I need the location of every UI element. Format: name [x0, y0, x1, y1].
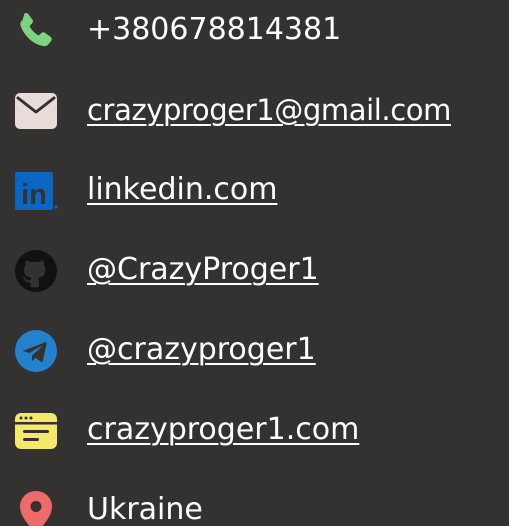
- linkedin-logo-text: in: [21, 179, 47, 211]
- browser-window-icon: [14, 409, 58, 453]
- contact-list: +380678814381 crazyproger1@gmail.com in …: [0, 0, 509, 526]
- map-pin-icon: [14, 489, 58, 526]
- telegram-icon: [14, 329, 58, 373]
- contact-row-email: crazyproger1@gmail.com: [0, 80, 509, 140]
- github-icon: [14, 249, 58, 293]
- envelope-icon: [14, 89, 58, 133]
- email-link[interactable]: crazyproger1@gmail.com: [87, 89, 451, 131]
- contact-row-phone: +380678814381: [0, 0, 509, 60]
- contact-row-github: @CrazyProger1: [0, 240, 509, 300]
- linkedin-link[interactable]: linkedin.com: [87, 169, 277, 211]
- phone-number[interactable]: +380678814381: [87, 9, 341, 51]
- github-link[interactable]: @CrazyProger1: [87, 249, 319, 291]
- contact-row-linkedin: in linkedin.com: [0, 160, 509, 220]
- telegram-link[interactable]: @crazyproger1: [87, 329, 316, 371]
- linkedin-icon: in: [14, 169, 58, 213]
- phone-icon: [14, 9, 58, 53]
- contact-row-location: Ukraine: [0, 480, 509, 526]
- contact-row-telegram: @crazyproger1: [0, 320, 509, 380]
- contact-row-website: crazyproger1.com: [0, 400, 509, 460]
- website-link[interactable]: crazyproger1.com: [87, 409, 359, 451]
- location-text: Ukraine: [87, 492, 203, 526]
